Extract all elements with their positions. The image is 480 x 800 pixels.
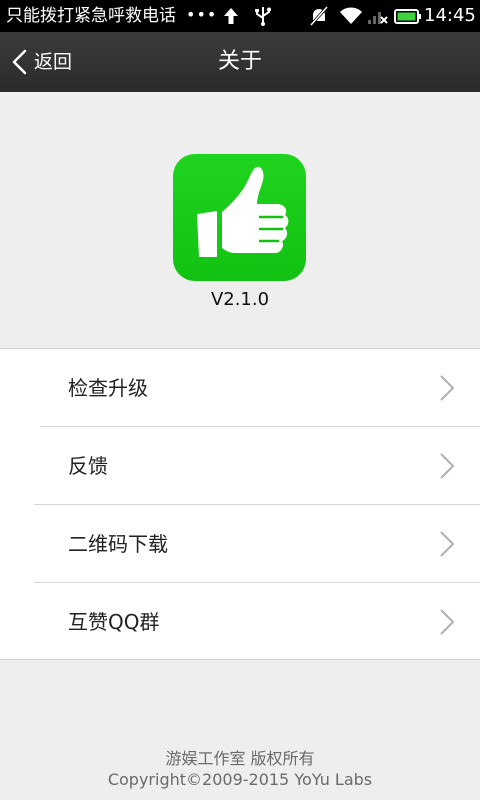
wifi-icon: [338, 6, 364, 26]
usb-icon: [252, 6, 274, 26]
menu-item-label: 互赞QQ群: [68, 610, 160, 634]
title-bar: 关于 返回: [0, 32, 480, 92]
menu-item-label: 反馈: [68, 454, 108, 478]
menu-item-check-update[interactable]: 检查升级: [0, 349, 480, 427]
menu-item-label: 检查升级: [68, 376, 148, 400]
chevron-left-icon: [10, 49, 28, 75]
clock: 14:45: [424, 5, 476, 26]
battery-icon: [394, 6, 422, 26]
footer-copyright: Copyright©2009-2015 YoYu Labs: [107, 770, 373, 789]
settings-menu: 检查升级 反馈 二维码下载 互赞QQ群: [0, 348, 480, 660]
signal-icon: [366, 6, 388, 26]
carrier-text: 只能拨打紧急呼救电话: [6, 6, 176, 26]
status-bar: 只能拨打紧急呼救电话 ••• 14:45: [0, 0, 480, 32]
notification-dots: •••: [186, 5, 218, 24]
app-logo: [173, 154, 306, 281]
back-button[interactable]: 返回: [8, 42, 88, 82]
chevron-right-icon: [438, 530, 456, 558]
app-version: V2.1.0: [210, 289, 270, 310]
menu-item-label: 二维码下载: [68, 532, 168, 556]
menu-item-qq-group[interactable]: 互赞QQ群: [0, 583, 480, 661]
back-label: 返回: [34, 51, 73, 73]
chevron-right-icon: [438, 608, 456, 636]
chevron-right-icon: [438, 374, 456, 402]
menu-item-qr-download[interactable]: 二维码下载: [0, 505, 480, 583]
upload-arrow-icon: [220, 6, 242, 26]
chevron-right-icon: [438, 452, 456, 480]
footer-studio: 游娱工作室 版权所有: [165, 749, 315, 768]
muted-notification-icon: [308, 6, 330, 26]
menu-item-feedback[interactable]: 反馈: [0, 427, 480, 505]
thumbs-up-icon: [173, 166, 306, 285]
